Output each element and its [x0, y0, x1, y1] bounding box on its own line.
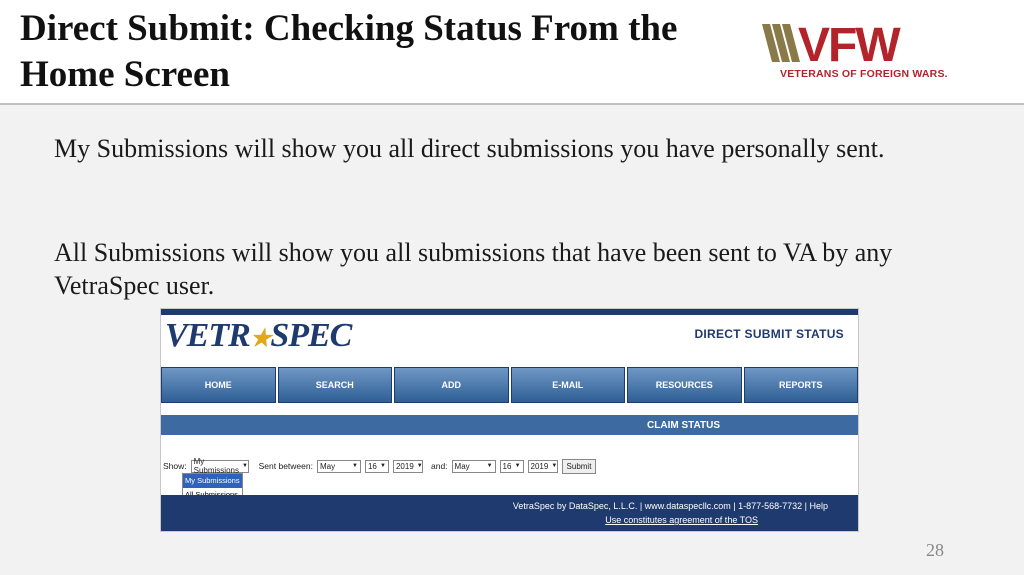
page-number: 28: [926, 540, 944, 560]
tos-link[interactable]: Use constitutes agreement of the TOS: [605, 515, 758, 525]
dropdown-arrow-icon: ▼: [352, 463, 358, 469]
dropdown-arrow-icon: ▼: [486, 463, 493, 469]
dropdown-arrow-icon: ▼: [551, 463, 558, 469]
and-label: and:: [430, 461, 448, 471]
paragraph-all-submissions: All Submissions will show you all submis…: [54, 238, 893, 300]
dropdown-arrow-icon: ▼: [416, 463, 423, 469]
footer-line-1[interactable]: VetraSpec by DataSpec, L.L.C. | www.data…: [513, 501, 828, 511]
slide-header: Direct Submit: Checking Status From the …: [0, 0, 1024, 105]
page-heading: DIRECT SUBMIT STATUS: [694, 327, 844, 341]
to-year-select[interactable]: 2019 ▼: [527, 459, 558, 473]
from-month-value: May: [319, 461, 336, 471]
from-year-value: 2019: [395, 461, 414, 471]
nav-home-button[interactable]: HOME: [161, 367, 276, 403]
to-day-select[interactable]: 16 ▼: [499, 459, 524, 473]
dropdown-arrow-icon: ▼: [514, 463, 521, 469]
claim-status-label: CLAIM STATUS: [647, 419, 720, 431]
nav-resources-button[interactable]: RESOURCES: [627, 367, 742, 403]
vetraspec-screenshot: VETR★SPEC DIRECT SUBMIT STATUS HOME SEAR…: [160, 308, 859, 532]
show-select[interactable]: My Submissions ▼: [190, 457, 249, 475]
from-year-select[interactable]: 2019 ▼: [392, 459, 423, 473]
paragraph-my-submissions: My Submissions will show you all direct …: [54, 134, 885, 163]
option-my-submissions[interactable]: My Submissions: [183, 474, 242, 488]
app-footer: VetraSpec by DataSpec, L.L.C. | www.data…: [161, 495, 858, 531]
claim-status-bar: CLAIM STATUS: [161, 415, 858, 435]
dropdown-arrow-icon: ▼: [380, 463, 386, 469]
app-top-band: [161, 309, 858, 315]
nav-reports-button[interactable]: REPORTS: [743, 367, 858, 403]
from-month-select[interactable]: May ▼: [316, 459, 361, 473]
filter-row: Show: My Submissions ▼ Sent between: May ▼…: [163, 457, 853, 475]
from-day-select[interactable]: 16 ▼: [364, 459, 389, 473]
from-day-value: 16: [367, 461, 377, 471]
to-month-value: May: [454, 461, 470, 471]
sent-between-label: Sent between:: [258, 461, 313, 471]
nav-email-button[interactable]: E-MAIL: [510, 367, 625, 403]
to-year-value: 2019: [530, 461, 549, 471]
vfw-tagline: VETERANS OF FOREIGN WARS.: [780, 68, 948, 80]
vetraspec-logo-right: SPEC: [270, 317, 352, 354]
show-label: Show:: [163, 461, 187, 471]
vfw-logo-mark: VFW: [762, 19, 903, 72]
to-month-select[interactable]: May ▼: [451, 459, 496, 473]
to-day-value: 16: [502, 461, 512, 471]
nav-search-button[interactable]: SEARCH: [277, 367, 392, 403]
vfw-logo: VFW VETERANS OF FOREIGN WARS.: [758, 18, 990, 88]
svg-text:VFW: VFW: [798, 19, 901, 68]
vetraspec-logo[interactable]: VETR★SPEC: [165, 317, 352, 355]
main-nav: HOME SEARCH ADD E-MAIL RESOURCES REPORTS: [161, 367, 858, 403]
dropdown-arrow-icon: ▼: [241, 463, 248, 469]
slide-title: Direct Submit: Checking Status From the …: [20, 8, 678, 95]
nav-add-button[interactable]: ADD: [394, 367, 509, 403]
star-icon: ★: [249, 326, 271, 352]
submit-button[interactable]: Submit: [561, 458, 597, 474]
vetraspec-logo-left: VETR: [165, 317, 251, 354]
